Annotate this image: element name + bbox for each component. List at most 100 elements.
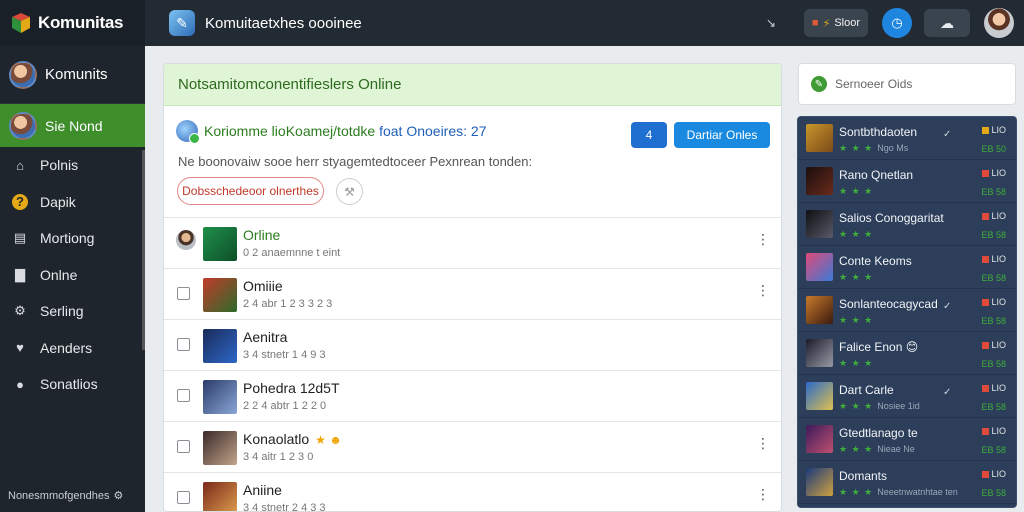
row-title: Orline <box>243 227 280 243</box>
sidebar-footer[interactable]: Nonesmmofgendhes ⚙ <box>8 489 123 503</box>
game-count: EB 58 <box>981 187 1006 197</box>
sidebar-item-2[interactable]: ? Dapik <box>0 184 145 221</box>
info-title: Koriomme lioKoamej/totdke foat Onoeires:… <box>204 123 486 139</box>
expand-icon[interactable]: ↘ <box>766 16 776 30</box>
sidebar-item-active[interactable]: Sie Nond <box>0 104 145 147</box>
sidebar-item-3[interactable]: ▤ Mortiong <box>0 220 145 257</box>
row-checkbox[interactable] <box>177 440 190 453</box>
row-thumbnail <box>203 482 237 511</box>
check-icon: ✓ <box>943 387 952 398</box>
table-row[interactable]: Pohedra 12d5T 2 2 4 abtr 1 2 2 0 <box>164 371 781 422</box>
clock-icon: ◷ <box>891 15 903 30</box>
sidebar-item-4[interactable]: ▇ Onlne <box>0 257 145 294</box>
list-item[interactable]: Sonlanteocagycad ★ ★ ★ ✓ LIO EB 58 <box>798 289 1016 332</box>
list-item[interactable]: Gtedtlanago te ★ ★ ★ Nieae Ne LIO EB 58 <box>798 418 1016 461</box>
games-list: Sontbthdaoten ★ ★ ★ Ngo Ms ✓ LIO EB 50 Rano Qn… <box>798 117 1016 504</box>
row-title: Pohedra 12d5T <box>243 380 340 396</box>
badge-label: LIO <box>991 254 1006 264</box>
badge-label: LIO <box>991 340 1006 350</box>
check-icon: ✓ <box>943 301 952 312</box>
table-row[interactable]: Konaolatlo ★ ☻ 3 4 aitr 1 2 3 0 ⋮ <box>164 422 781 473</box>
row-subtitle: 3 4 stnetr 2 4 3 3 <box>243 502 326 512</box>
small-action-button[interactable]: 4 <box>631 122 667 148</box>
info-row: Koriomme lioKoamej/totdke foat Onoeires:… <box>176 120 486 144</box>
list-item[interactable]: Dart Carle ★ ★ ★ Nosiee 1id ✓ LIO EB 58 <box>798 375 1016 418</box>
status-badge: LIO <box>982 125 1006 135</box>
game-thumbnail <box>806 468 833 496</box>
sidebar-item-label: Serling <box>40 303 84 320</box>
user-avatar[interactable] <box>984 8 1014 38</box>
sidebar-item-label: Sie Nond <box>45 117 103 134</box>
search-label: Sernoeer Oids <box>835 77 913 91</box>
topbar-actions: ↘ ■ ⚡ Sloor ◷ ☁ <box>766 0 1024 46</box>
check-icon: ✓ <box>943 129 952 140</box>
rating-stars: ★ ★ ★ Nosiee 1id <box>839 401 920 412</box>
kebab-menu-icon[interactable]: ⋮ <box>756 232 770 246</box>
list-item[interactable]: Conte Keoms ★ ★ ★ LIO EB 58 <box>798 246 1016 289</box>
sidebar-scrollbar[interactable] <box>142 150 145 350</box>
row-title-text: Konaolatlo <box>243 431 310 447</box>
star-icon: ★ ★ ★ <box>839 315 874 325</box>
sidebar-item-7[interactable]: ● Sonatlios <box>0 366 145 403</box>
gear-icon: ⚙ <box>14 303 26 319</box>
heart-icon: ♥ <box>16 340 24 356</box>
cloud-button[interactable]: ☁ <box>924 9 970 37</box>
list-item[interactable]: Rano Qnetlan ★ ★ ★ LIO EB 58 <box>798 160 1016 203</box>
row-checkbox[interactable] <box>177 389 190 402</box>
store-button[interactable]: ■ ⚡ Sloor <box>803 9 868 37</box>
table-row[interactable]: Aniine 3 4 stnetr 2 4 3 3 ⋮ <box>164 473 781 512</box>
table-row[interactable]: Orline 0 2 anaemnne t eint ⋮ <box>164 218 781 269</box>
cloud-icon: ☁ <box>940 14 954 31</box>
badge-square-icon <box>982 470 990 478</box>
row-checkbox[interactable] <box>177 491 190 504</box>
emoji-badge: ★ ☻ <box>315 433 342 447</box>
outline-button[interactable]: Dobsschedeoor olnerthes <box>177 177 324 205</box>
list-item[interactable]: Sontbthdaoten ★ ★ ★ Ngo Ms ✓ LIO EB 50 <box>798 117 1016 160</box>
page-title: Komuitaetxhes oooinee <box>205 14 362 32</box>
sidebar-item-5[interactable]: ⚙ Serling <box>0 293 145 330</box>
game-subtitle: Ngo Ms <box>877 143 909 153</box>
table-row[interactable]: Omiiie 2 4 abr 1 2 3 3 2 3 ⋮ <box>164 269 781 320</box>
active-avatar <box>9 111 37 140</box>
brand[interactable]: Komunitas <box>0 0 145 46</box>
kebab-menu-icon[interactable]: ⋮ <box>756 436 770 450</box>
chart-icon: ▇ <box>15 266 25 282</box>
search-box[interactable]: ✎ Sernoeer Oids <box>798 63 1016 105</box>
sidebar-item-1[interactable]: ⌂ Polnis <box>0 147 145 184</box>
hammer-button[interactable]: ⚒ <box>336 178 363 205</box>
star-icon: ★ ★ ★ <box>839 272 874 282</box>
game-subtitle: Nosiee 1id <box>877 401 920 411</box>
badge-square-icon <box>982 341 990 349</box>
folder-icon: ▤ <box>13 230 27 246</box>
row-subtitle: 3 4 aitr 1 2 3 0 <box>243 451 314 463</box>
row-title: Konaolatlo ★ ☻ <box>243 431 342 447</box>
row-checkbox[interactable] <box>177 338 190 351</box>
avatar[interactable] <box>176 230 196 250</box>
list-item[interactable]: Falice Enon 😊 ★ ★ ★ LIO EB 58 <box>798 332 1016 375</box>
rating-stars: ★ ★ ★ Neeetnwatnhtae ten <box>839 487 958 498</box>
notification-button[interactable]: ◷ <box>882 8 912 38</box>
game-thumbnail <box>806 296 833 324</box>
row-thumbnail <box>203 431 237 465</box>
primary-button[interactable]: Dartiar Onles <box>674 122 770 148</box>
kebab-menu-icon[interactable]: ⋮ <box>756 283 770 297</box>
row-title: Omiiie <box>243 278 283 294</box>
game-subtitle: Nieae Ne <box>877 444 915 454</box>
list-item[interactable]: Domants ★ ★ ★ Neeetnwatnhtae ten LIO EB 58 <box>798 461 1016 504</box>
row-thumbnail <box>203 329 237 363</box>
hammer-icon: ⚒ <box>344 184 355 199</box>
app-icon[interactable]: ✎ <box>169 10 195 36</box>
list-item[interactable]: Salios Conoggaritat ★ ★ ★ LIO EB 58 <box>798 203 1016 246</box>
info-title-main: Koriomme lioKoamej/totdke <box>204 123 376 139</box>
table-row[interactable]: Aenitra 3 4 stnetr 1 4 9 3 <box>164 320 781 371</box>
status-badge: LIO <box>982 297 1006 307</box>
kebab-menu-icon[interactable]: ⋮ <box>756 487 770 501</box>
sidebar-user[interactable]: Komunits <box>0 46 145 104</box>
info-block: Koriomme lioKoamej/totdke foat Onoeires:… <box>164 106 781 218</box>
status-badge: LIO <box>982 469 1006 479</box>
badge-square-icon <box>982 169 990 177</box>
sidebar-item-6[interactable]: ♥ Aenders <box>0 330 145 367</box>
status-badge: LIO <box>982 340 1006 350</box>
row-checkbox[interactable] <box>177 287 190 300</box>
badge-label: LIO <box>991 426 1006 436</box>
